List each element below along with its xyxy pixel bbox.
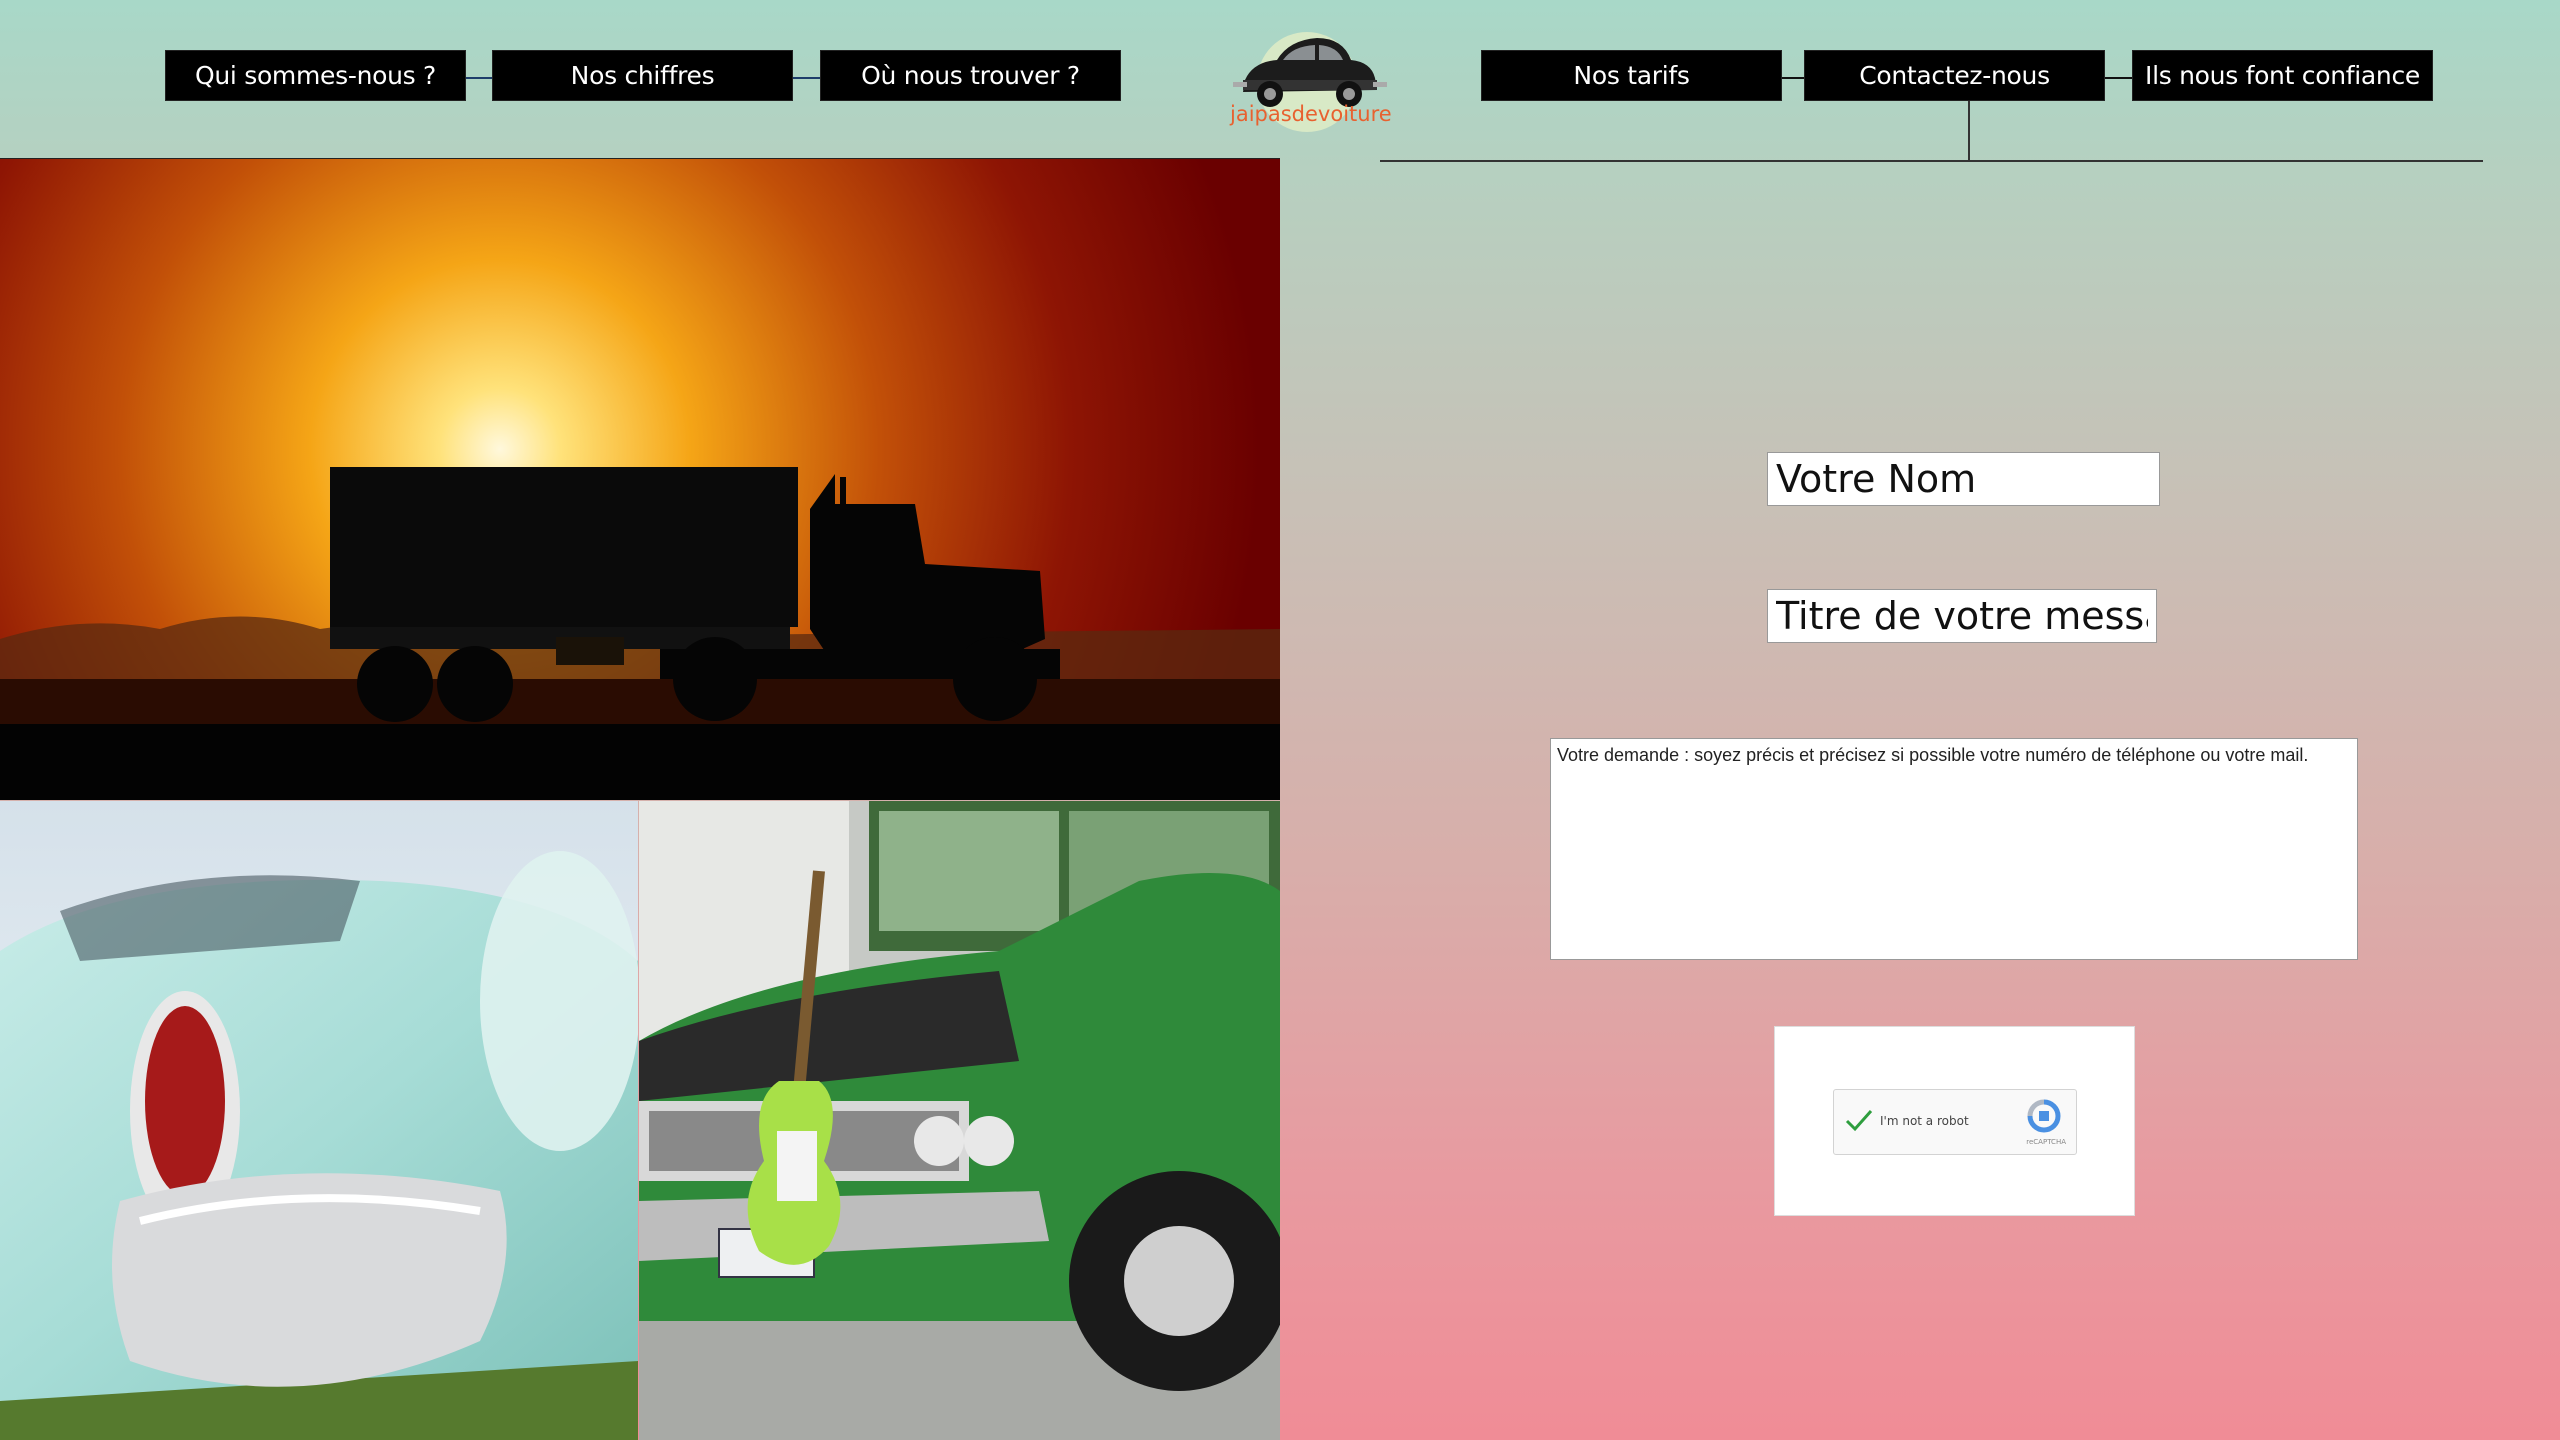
nav-label: Où nous trouver ? — [861, 61, 1080, 90]
nav-connector — [793, 77, 820, 79]
nav-label: Nos chiffres — [570, 61, 715, 90]
nav-label: Ils nous font confiance — [2145, 61, 2420, 90]
nav-nos-tarifs[interactable]: Nos tarifs — [1481, 50, 1782, 101]
nav-connector — [2105, 77, 2132, 79]
nav-ou-nous-trouver[interactable]: Où nous trouver ? — [820, 50, 1121, 101]
nav-ils-nous-font-confiance[interactable]: Ils nous font confiance — [2132, 50, 2433, 101]
captcha-label: I'm not a robot — [1880, 1114, 1969, 1128]
nav-label: Qui sommes-nous ? — [195, 61, 436, 90]
message-title-input[interactable] — [1767, 589, 2157, 643]
recaptcha-logo-icon — [2027, 1099, 2061, 1133]
captcha-brand: reCAPTCHA — [2026, 1138, 2066, 1146]
captcha-widget[interactable]: I'm not a robot reCAPTCHA — [1833, 1089, 2077, 1155]
request-textarea[interactable] — [1550, 738, 2358, 960]
divider-line — [1968, 101, 1970, 161]
nav-connector — [1782, 77, 1804, 79]
nav-qui-sommes-nous[interactable]: Qui sommes-nous ? — [165, 50, 466, 101]
captcha-container: I'm not a robot reCAPTCHA — [1774, 1026, 2135, 1216]
nav-nos-chiffres[interactable]: Nos chiffres — [492, 50, 793, 101]
green-car-image — [639, 801, 1280, 1440]
name-input[interactable] — [1767, 452, 2160, 506]
divider-line — [1380, 160, 2483, 162]
nav-contactez-nous[interactable]: Contactez-nous — [1804, 50, 2105, 101]
nav-label: Contactez-nous — [1859, 61, 2050, 90]
mint-car-image — [0, 801, 638, 1440]
checkmark-icon[interactable] — [1844, 1106, 1874, 1136]
logo-text: jaipasdevoiture — [1230, 102, 1392, 126]
nav-label: Nos tarifs — [1573, 61, 1690, 90]
nav-connector — [466, 77, 492, 79]
hero-truck-image — [0, 159, 1280, 800]
